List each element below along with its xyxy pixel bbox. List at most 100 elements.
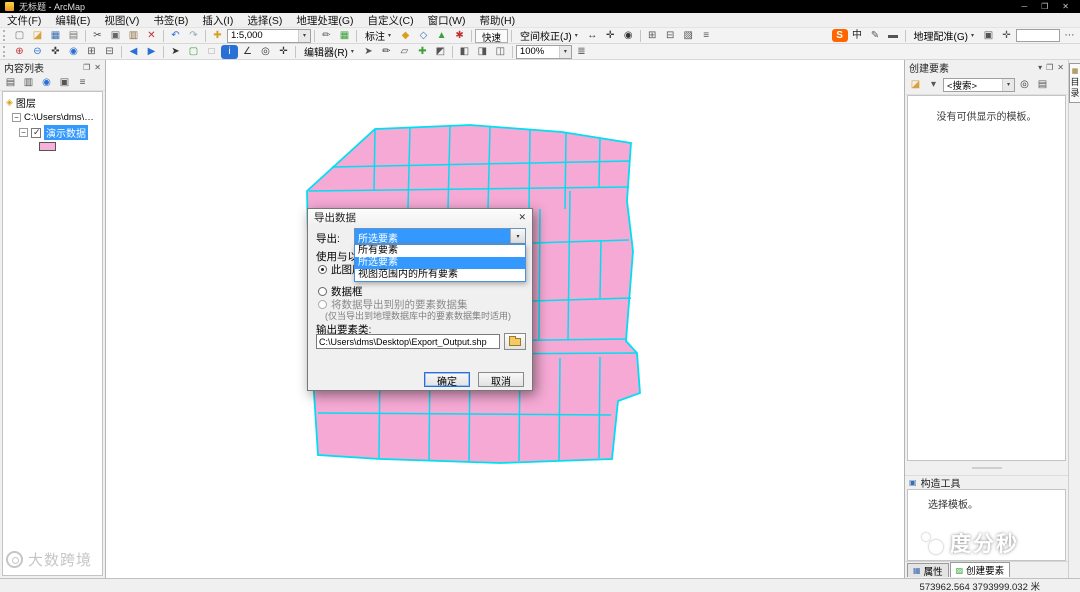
fixed-zoom-in-icon[interactable]: ⊞: [83, 45, 100, 59]
menu-item[interactable]: 插入(I): [195, 13, 240, 27]
forward-extent-icon[interactable]: ▶: [143, 45, 160, 59]
find-icon[interactable]: ◎: [257, 45, 274, 59]
fixed-zoom-out-icon[interactable]: ⊟: [101, 45, 118, 59]
editor-menu[interactable]: 编辑器(R) ▾: [299, 45, 359, 59]
georeferencing-menu[interactable]: 地理配准(G) ▾: [909, 29, 979, 43]
redo-icon[interactable]: ↷: [185, 29, 202, 43]
minimize-icon[interactable]: ─: [1021, 2, 1027, 11]
snap-2-icon[interactable]: ◨: [474, 45, 491, 59]
menu-item[interactable]: 自定义(C): [361, 13, 421, 27]
copy-icon[interactable]: ▣: [107, 29, 124, 43]
float-panel-icon[interactable]: ❐: [83, 63, 90, 72]
list-by-visibility-icon[interactable]: ◉: [38, 76, 55, 90]
toc-layers-root[interactable]: ◈ 图层: [3, 94, 102, 111]
quick-button[interactable]: 快速: [475, 28, 509, 44]
print-icon[interactable]: ▤: [65, 29, 82, 43]
toc-layer-item[interactable]: − 演示数据: [3, 124, 102, 141]
snap-1-icon[interactable]: ◧: [456, 45, 473, 59]
export-type-option[interactable]: 所选要素: [355, 257, 525, 269]
ime-keyboard-icon[interactable]: ▬: [885, 29, 902, 43]
export-type-combo[interactable]: 所选要素 ▾: [354, 228, 526, 244]
select-by-rectangle-icon[interactable]: ▢: [185, 45, 202, 59]
trace-tool-icon[interactable]: ▱: [396, 45, 413, 59]
tab-attributes[interactable]: ▦ 属性: [907, 563, 949, 578]
full-extent-icon[interactable]: ◉: [65, 45, 82, 59]
label-menu[interactable]: 标注 ▾: [360, 29, 396, 43]
select-features-icon[interactable]: ➤: [167, 45, 184, 59]
pan-icon[interactable]: ✜: [47, 45, 64, 59]
grid-1-icon[interactable]: ⊞: [644, 29, 661, 43]
label-style-icon[interactable]: ◆: [397, 29, 414, 43]
toolbar-options-icon[interactable]: ≣: [573, 45, 590, 59]
list-by-selection-icon[interactable]: ▣: [56, 76, 73, 90]
adjust-links-icon[interactable]: ↔: [584, 29, 601, 43]
cut-polygon-icon[interactable]: ◩: [432, 45, 449, 59]
close-icon[interactable]: ✕: [518, 212, 526, 223]
ime-mode-icon[interactable]: 中: [849, 29, 866, 43]
close-icon[interactable]: ✕: [1062, 2, 1069, 11]
close-icon[interactable]: ✕: [94, 63, 101, 72]
label-lock-icon[interactable]: ◇: [415, 29, 432, 43]
organize-templates-icon[interactable]: ◪: [907, 78, 924, 92]
more-tools-icon[interactable]: ⋯: [1061, 29, 1078, 43]
browse-button[interactable]: [504, 333, 526, 350]
grid-4-icon[interactable]: ≡: [698, 29, 715, 43]
tab-create-features[interactable]: ▨ 创建要素: [949, 562, 1011, 577]
zoom-out-icon[interactable]: ⊖: [29, 45, 46, 59]
delete-icon[interactable]: ✕: [143, 29, 160, 43]
toc-options-icon[interactable]: ≡: [74, 76, 91, 90]
vertex-tool-icon[interactable]: ✚: [414, 45, 431, 59]
new-document-icon[interactable]: ▢: [11, 29, 28, 43]
catalog-tab[interactable]: ▦ 目录: [1069, 63, 1080, 103]
snap-3-icon[interactable]: ◫: [492, 45, 509, 59]
collapse-icon[interactable]: −: [12, 113, 21, 122]
menu-item[interactable]: 地理处理(G): [289, 13, 360, 27]
collapse-icon[interactable]: −: [19, 128, 28, 137]
go-to-xy-icon[interactable]: ✛: [275, 45, 292, 59]
label-view-icon[interactable]: ✱: [451, 29, 468, 43]
attribute-table-icon[interactable]: ▦: [336, 29, 353, 43]
cancel-button[interactable]: 取消: [478, 372, 524, 388]
cut-icon[interactable]: ✂: [89, 29, 106, 43]
georef-value-input[interactable]: [1016, 29, 1060, 42]
list-by-drawing-order-icon[interactable]: ▤: [2, 76, 19, 90]
ime-pen-icon[interactable]: ✎: [867, 29, 884, 43]
sketch-tool-icon[interactable]: ✏: [378, 45, 395, 59]
spatial-adjustment-menu[interactable]: 空间校正(J) ▾: [515, 29, 583, 43]
dialog-titlebar[interactable]: 导出数据 ✕: [308, 209, 532, 225]
list-by-source-icon[interactable]: ▥: [20, 76, 37, 90]
close-icon[interactable]: ✕: [1057, 63, 1064, 72]
ok-button[interactable]: 确定: [424, 372, 470, 388]
menu-item[interactable]: 帮助(H): [473, 13, 523, 27]
menu-item[interactable]: 选择(S): [240, 13, 289, 27]
paste-icon[interactable]: ▥: [125, 29, 142, 43]
layer-visibility-checkbox[interactable]: [31, 127, 41, 138]
grid-2-icon[interactable]: ⊟: [662, 29, 679, 43]
map-view[interactable]: 导出数据 ✕ 导出: 所选要素 ▾ 使用与以下选项相同的坐标系: 此图层的源数据: [106, 60, 904, 578]
menu-item[interactable]: 文件(F): [0, 13, 48, 27]
identify-icon[interactable]: i: [221, 44, 238, 59]
grid-3-icon[interactable]: ▧: [680, 29, 697, 43]
editor-toolbar-icon[interactable]: ✏: [318, 29, 335, 43]
sogou-ime-icon[interactable]: S: [831, 29, 848, 42]
measure-icon[interactable]: ∠: [239, 45, 256, 59]
float-panel-icon[interactable]: ❐: [1046, 63, 1053, 72]
menu-item[interactable]: 视图(V): [97, 13, 146, 27]
panel-splitter[interactable]: [905, 461, 1068, 475]
organize-arrow-icon[interactable]: ▾: [925, 78, 942, 92]
panel-menu-arrow-icon[interactable]: ▾: [1038, 63, 1042, 72]
undo-icon[interactable]: ↶: [167, 29, 184, 43]
menu-item[interactable]: 窗口(W): [421, 13, 473, 27]
back-extent-icon[interactable]: ◀: [125, 45, 142, 59]
map-scale-combo[interactable]: 1:5,000 ▾: [227, 28, 311, 43]
output-path-input[interactable]: [316, 334, 500, 349]
menu-item[interactable]: 编辑(E): [48, 13, 97, 27]
export-type-option[interactable]: 所有要素: [355, 245, 525, 257]
export-type-option[interactable]: 视图范围内的所有要素: [355, 269, 525, 281]
label-priority-icon[interactable]: ▲: [433, 29, 450, 43]
menu-item[interactable]: 书签(B): [146, 13, 195, 27]
adjust-preview-icon[interactable]: ◉: [620, 29, 637, 43]
add-data-icon[interactable]: ✚: [209, 29, 226, 43]
maximize-icon[interactable]: ❐: [1041, 2, 1048, 11]
list-mode-icon[interactable]: ▤: [1034, 78, 1051, 92]
